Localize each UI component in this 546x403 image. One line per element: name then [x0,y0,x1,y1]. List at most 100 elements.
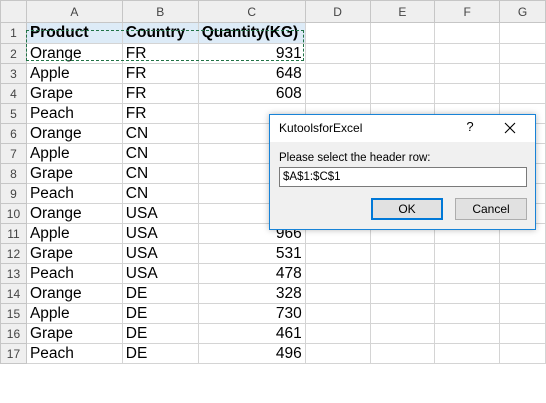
cell-product[interactable]: Orange [25,43,123,64]
ok-button[interactable]: OK [371,198,443,220]
cell-product[interactable]: Peach [25,103,123,124]
column-header-a[interactable]: A [25,0,123,23]
cell-product[interactable]: Grape [25,243,123,264]
empty-cell[interactable] [304,263,371,284]
cell-country[interactable]: USA [121,223,199,244]
empty-cell[interactable] [369,63,436,84]
cell-country[interactable]: CN [121,163,199,184]
cell-product[interactable]: Grape [25,163,123,184]
empty-cell[interactable] [304,63,371,84]
empty-cell[interactable] [369,243,436,264]
empty-cell[interactable] [434,303,501,324]
empty-cell[interactable] [434,22,501,44]
cell-country[interactable]: DE [121,343,199,364]
empty-cell[interactable] [499,22,546,44]
cell-quantity[interactable]: 328 [197,283,306,304]
column-header-e[interactable]: E [369,0,436,23]
cell-quantity[interactable]: 531 [197,243,306,264]
select-all-corner[interactable] [0,0,27,23]
range-input[interactable] [279,167,527,187]
cell-country[interactable]: CN [121,123,199,144]
row-header[interactable]: 15 [0,303,27,324]
empty-cell[interactable] [369,303,436,324]
column-header-g[interactable]: G [499,0,546,23]
empty-cell[interactable] [499,343,546,364]
empty-cell[interactable] [499,83,546,104]
cell-country[interactable]: DE [121,323,199,344]
cell-quantity[interactable]: 931 [197,43,306,64]
row-header[interactable]: 14 [0,283,27,304]
row-header[interactable]: 12 [0,243,27,264]
empty-cell[interactable] [434,323,501,344]
cell-country[interactable]: USA [121,243,199,264]
row-header[interactable]: 6 [0,123,27,144]
row-header[interactable]: 2 [0,43,27,64]
row-header[interactable]: 8 [0,163,27,184]
empty-cell[interactable] [499,243,546,264]
empty-cell[interactable] [369,43,436,64]
cell-header-product[interactable]: Product [25,22,123,44]
cancel-button[interactable]: Cancel [455,198,527,220]
empty-cell[interactable] [434,43,501,64]
cell-quantity[interactable]: 648 [197,63,306,84]
cell-header-country[interactable]: Country [121,22,199,44]
cell-country[interactable]: DE [121,283,199,304]
empty-cell[interactable] [499,43,546,64]
empty-cell[interactable] [499,63,546,84]
row-header[interactable]: 13 [0,263,27,284]
cell-quantity[interactable]: 608 [197,83,306,104]
cell-product[interactable]: Grape [25,83,123,104]
empty-cell[interactable] [434,243,501,264]
empty-cell[interactable] [369,323,436,344]
empty-cell[interactable] [369,83,436,104]
empty-cell[interactable] [304,303,371,324]
cell-country[interactable]: FR [121,43,199,64]
row-header[interactable]: 9 [0,183,27,204]
cell-country[interactable]: FR [121,63,199,84]
cell-header-quantity[interactable]: Quantity(KG) [197,22,306,44]
cell-country[interactable]: USA [121,203,199,224]
cell-country[interactable]: FR [121,83,199,104]
dialog-titlebar[interactable]: KutoolsforExcel ? [270,115,535,142]
cell-product[interactable]: Apple [25,143,123,164]
row-header[interactable]: 3 [0,63,27,84]
empty-cell[interactable] [434,83,501,104]
cell-country[interactable]: CN [121,143,199,164]
cell-quantity[interactable]: 461 [197,323,306,344]
empty-cell[interactable] [304,83,371,104]
column-header-f[interactable]: F [434,0,501,23]
empty-cell[interactable] [304,343,371,364]
cell-quantity[interactable]: 478 [197,263,306,284]
empty-cell[interactable] [304,283,371,304]
cell-country[interactable]: DE [121,303,199,324]
empty-cell[interactable] [369,283,436,304]
row-header[interactable]: 1 [0,22,27,44]
cell-product[interactable]: Peach [25,183,123,204]
row-header[interactable]: 16 [0,323,27,344]
empty-cell[interactable] [369,22,436,44]
row-header[interactable]: 17 [0,343,27,364]
cell-product[interactable]: Apple [25,63,123,84]
cell-quantity[interactable]: 730 [197,303,306,324]
empty-cell[interactable] [369,343,436,364]
empty-cell[interactable] [499,303,546,324]
empty-cell[interactable] [369,263,436,284]
column-header-c[interactable]: C [197,0,306,23]
cell-country[interactable]: USA [121,263,199,284]
cell-product[interactable]: Peach [25,263,123,284]
cell-quantity[interactable]: 496 [197,343,306,364]
row-header[interactable]: 11 [0,223,27,244]
cell-product[interactable]: Orange [25,283,123,304]
row-header[interactable]: 7 [0,143,27,164]
empty-cell[interactable] [499,323,546,344]
cell-product[interactable]: Peach [25,343,123,364]
cell-country[interactable]: CN [121,183,199,204]
empty-cell[interactable] [434,63,501,84]
empty-cell[interactable] [304,43,371,64]
row-header[interactable]: 5 [0,103,27,124]
cell-product[interactable]: Orange [25,203,123,224]
row-header[interactable]: 4 [0,83,27,104]
empty-cell[interactable] [434,263,501,284]
column-header-b[interactable]: B [121,0,199,23]
cell-country[interactable]: FR [121,103,199,124]
